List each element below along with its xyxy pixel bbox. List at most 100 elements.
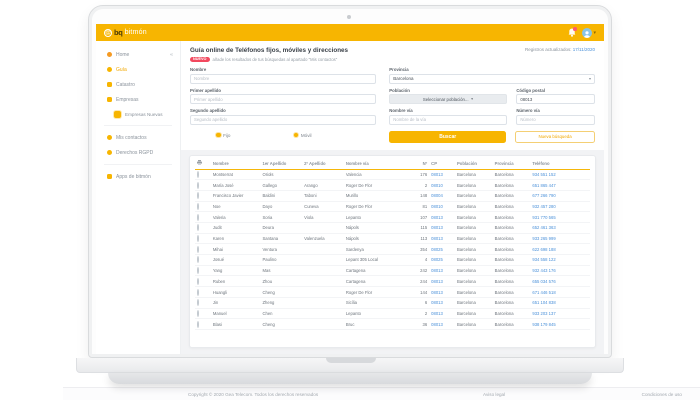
notifications-button[interactable]: [568, 28, 576, 37]
row-select-radio[interactable]: [197, 321, 199, 328]
telefono-link[interactable]: 651 104 838: [532, 300, 555, 305]
numero-via-input[interactable]: [516, 115, 595, 125]
column-header-col-a1[interactable]: 1er Apellido: [261, 158, 303, 170]
cp-link[interactable]: 08010: [431, 204, 443, 209]
sidebar-item-gu-a[interactable]: Guía: [96, 62, 180, 77]
segundo-apellido-input[interactable]: [190, 115, 376, 125]
telefono-link[interactable]: 652 461 363: [532, 225, 555, 230]
row-select-radio[interactable]: [197, 224, 199, 231]
telefono-link[interactable]: 934 551 152: [532, 172, 555, 177]
telefono-link[interactable]: 655 034 576: [532, 279, 555, 284]
print-column-header[interactable]: [195, 158, 211, 170]
cell-col-pob: Barcelona: [455, 190, 493, 201]
cell-col-num: 2: [411, 180, 429, 191]
cp-link[interactable]: 08013: [431, 225, 443, 230]
cp-link[interactable]: 08013: [431, 300, 443, 305]
telefono-link[interactable]: 932 443 176: [532, 268, 555, 273]
telefono-link[interactable]: 931 770 565: [532, 215, 555, 220]
nombre-via-label: Nombre vía: [389, 108, 507, 113]
cp-link[interactable]: 08025: [431, 257, 443, 262]
nombre-input[interactable]: [190, 74, 376, 84]
telefono-link[interactable]: 934 558 122: [532, 257, 555, 262]
column-header-col-nom[interactable]: Nombre: [211, 158, 261, 170]
table-row: Francisco JavierBaldiniTaboniMurillo1480…: [195, 190, 590, 201]
cp-link[interactable]: 08013: [431, 268, 443, 273]
cp-link[interactable]: 08013: [431, 311, 443, 316]
row-select-radio[interactable]: [197, 256, 199, 263]
cp-link[interactable]: 08013: [431, 322, 443, 327]
poblacion-select[interactable]: Seleccionar población... ▼: [389, 94, 507, 104]
sidebar-item-apps-de-bitm-n[interactable]: Apps de bitmón: [96, 169, 180, 184]
codigo-postal-input[interactable]: [516, 94, 595, 104]
fijo-radio[interactable]: [216, 133, 221, 138]
cp-link[interactable]: 08013: [431, 290, 443, 295]
sidebar-item-empresas-nuevas[interactable]: Empresas Nuevas: [96, 107, 180, 121]
row-select-radio[interactable]: [197, 299, 199, 306]
cp-link[interactable]: 08013: [431, 215, 443, 220]
cell-col-pro: Barcelona: [493, 190, 531, 201]
search-panel: Guía online de Teléfonos fijos, móviles …: [181, 41, 604, 150]
row-select-radio[interactable]: [197, 278, 199, 285]
movil-radio[interactable]: [294, 133, 299, 138]
row-select-radio[interactable]: [197, 246, 199, 253]
footer-terms-link[interactable]: Condiciones de uso: [642, 392, 682, 397]
cp-link[interactable]: 08013: [431, 172, 443, 177]
table-row: ValeriaSoriaViolaLepanto10708013Barcelon…: [195, 212, 590, 223]
column-header-col-via[interactable]: Nombre vía: [344, 158, 411, 170]
telefono-link[interactable]: 932 457 280: [532, 204, 555, 209]
row-select-radio[interactable]: [197, 192, 199, 199]
footer-legal-link[interactable]: Aviso legal: [483, 392, 505, 397]
column-header-col-tel[interactable]: Teléfono: [530, 158, 574, 170]
row-select-radio[interactable]: [197, 214, 199, 221]
page-title: Guía online de Teléfonos fijos, móviles …: [190, 47, 348, 54]
sidebar-item-empresas[interactable]: Empresas: [96, 92, 180, 107]
table-row: María JoséGallegoArangoRoger De Flor2080…: [195, 180, 590, 191]
cp-link[interactable]: 08010: [431, 183, 443, 188]
cell-col-a1: Zheng: [261, 297, 303, 308]
column-header-col-a2[interactable]: 2º Apellido: [302, 158, 344, 170]
column-header-col-pob[interactable]: Población: [455, 158, 493, 170]
provincia-select[interactable]: Barcelona ▾: [389, 74, 595, 84]
row-select-radio[interactable]: [197, 310, 199, 317]
laptop-base: [76, 358, 624, 373]
row-select-radio[interactable]: [197, 267, 199, 274]
row-select-radio[interactable]: [197, 235, 199, 242]
column-header-col-pro[interactable]: Provincia: [493, 158, 531, 170]
cp-link[interactable]: 08004: [431, 193, 443, 198]
cp-link[interactable]: 08013: [431, 236, 443, 241]
primer-apellido-input[interactable]: [190, 94, 376, 104]
printer-icon: [197, 160, 202, 165]
telefono-link[interactable]: 677 266 790: [532, 193, 555, 198]
column-header-col-cp[interactable]: CP: [429, 158, 455, 170]
telefono-link[interactable]: 651 865 447: [532, 183, 555, 188]
row-select-radio[interactable]: [197, 171, 199, 178]
cp-link[interactable]: 08013: [431, 279, 443, 284]
map-icon: [107, 82, 112, 87]
sidebar-item-derechos-rgpd[interactable]: Derechos RGPD: [96, 145, 180, 160]
column-header-col-num[interactable]: Nº: [411, 158, 429, 170]
brand-logo[interactable]: @ bq bitmón: [104, 28, 147, 37]
sidebar-item-home[interactable]: Home«: [96, 47, 180, 62]
telefono-link[interactable]: 933 203 137: [532, 311, 555, 316]
sidebar-item-mis-contactos[interactable]: Mis contactos: [96, 130, 180, 145]
cell-col-via: Valencia: [344, 169, 411, 180]
new-search-button[interactable]: Nueva búsqueda: [515, 131, 595, 143]
user-menu[interactable]: ▾: [582, 28, 596, 38]
telefono-link[interactable]: 622 698 188: [532, 247, 555, 252]
cell-col-num: 144: [411, 287, 429, 298]
search-button[interactable]: Buscar: [389, 131, 506, 143]
telefono-link[interactable]: 933 265 999: [532, 236, 555, 241]
row-select-radio[interactable]: [197, 182, 199, 189]
row-select-radio[interactable]: [197, 203, 199, 210]
nombre-via-input[interactable]: [389, 115, 507, 125]
search-form: Nombre Primer apellido Segundo apellido: [190, 67, 595, 143]
cp-link[interactable]: 08025: [431, 247, 443, 252]
cell-col-a1: Cheng: [261, 319, 303, 330]
telefono-link[interactable]: 671 446 518: [532, 290, 555, 295]
sidebar-collapse-icon[interactable]: «: [170, 52, 173, 58]
page: Copyright © 2020 Gea Telecom. Todos los …: [0, 0, 700, 400]
sidebar-item-label: Derechos RGPD: [116, 150, 153, 156]
row-select-radio[interactable]: [197, 289, 199, 296]
sidebar-item-catastro[interactable]: Catastro: [96, 77, 180, 92]
telefono-link[interactable]: 938 179 845: [532, 322, 555, 327]
